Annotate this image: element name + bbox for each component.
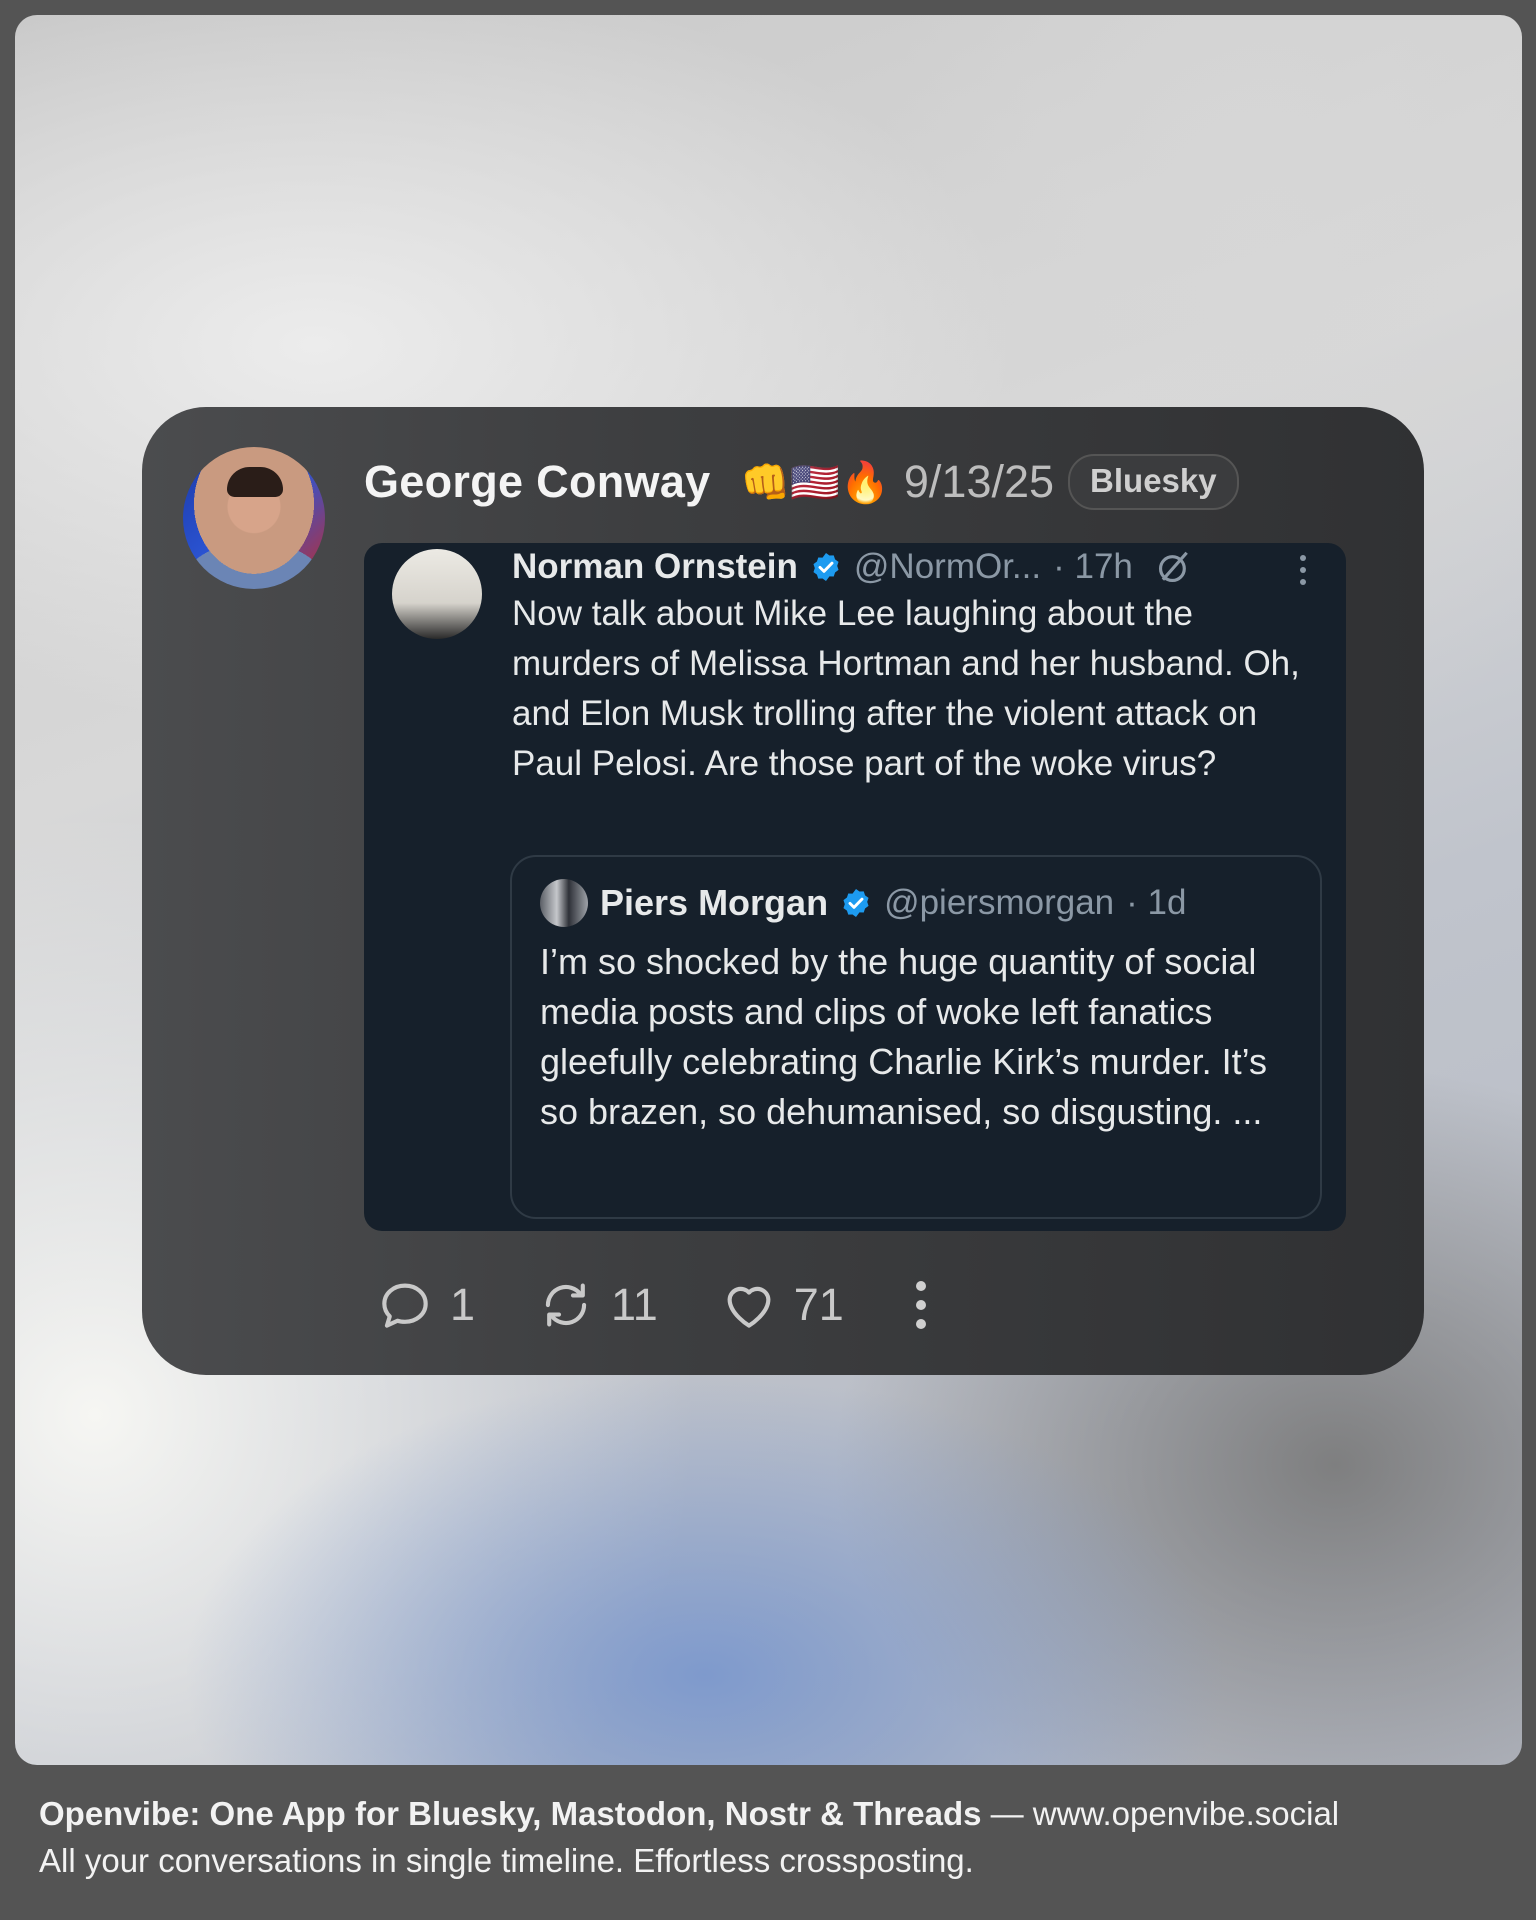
heart-icon [727,1286,771,1328]
tweet-author-handle: @NormOr... [853,547,1042,586]
footer-url[interactable]: www.openvibe.social [1033,1795,1339,1832]
post-header: George Conway 👊🇺🇸🔥 9/13/25 Bluesky [364,447,1239,517]
tweet-header: Norman Ornstein @NormOr... · 17h [512,543,1193,591]
quoted-author-handle: @piersmorgan [884,883,1115,922]
footer-separator: — [981,1795,1033,1832]
reply-button[interactable]: 1 [374,1274,475,1336]
author-name[interactable]: George Conway [364,456,710,508]
quoted-tweet-text: I’m so shocked by the huge quantity of s… [540,941,1267,1132]
repost-icon [545,1283,587,1327]
post-date: 9/13/25 [903,456,1055,507]
embedded-tweet-screenshot[interactable]: Norman Ornstein @NormOr... · 17h Now tal… [364,543,1346,1231]
quoted-tweet: Piers Morgan @piersmorgan · 1d I’m so sh… [510,855,1322,1219]
tweet-more-icon [1300,555,1306,585]
repost-button[interactable]: 11 [535,1274,658,1336]
network-badge: Bluesky [1068,454,1239,510]
tweet-time: · 17h [1053,547,1133,586]
post-card[interactable]: George Conway 👊🇺🇸🔥 9/13/25 Bluesky Norma… [142,407,1424,1375]
repost-count: 11 [611,1279,658,1330]
tweet-author-avatar [392,549,482,639]
more-options-icon[interactable] [914,1278,928,1332]
quoted-verified-badge-icon [843,889,869,917]
quoted-author-name: Piers Morgan [600,882,829,923]
reply-count: 1 [450,1279,476,1330]
verified-badge-icon [813,553,839,581]
post-actions: 1 11 71 [374,1273,928,1337]
tweet-author-name: Norman Ornstein [512,547,798,586]
reply-icon [382,1283,428,1328]
author-emoji: 👊🇺🇸🔥 [740,459,890,506]
promo-footer: Openvibe: One App for Bluesky, Mastodon,… [39,1790,1499,1884]
background-canvas: George Conway 👊🇺🇸🔥 9/13/25 Bluesky Norma… [15,15,1522,1765]
quoted-author-avatar [540,879,588,927]
footer-headline: Openvibe: One App for Bluesky, Mastodon,… [39,1795,982,1832]
grok-icon [1158,551,1188,583]
like-button[interactable]: 71 [718,1274,844,1336]
footer-tagline: All your conversations in single timelin… [39,1842,974,1879]
footer-line-1: Openvibe: One App for Bluesky, Mastodon,… [39,1790,1499,1837]
quoted-tweet-header: Piers Morgan @piersmorgan · 1d [540,879,1186,927]
like-count: 71 [793,1279,844,1330]
author-avatar[interactable] [183,447,325,589]
tweet-text: Now talk about Mike Lee laughing about t… [512,594,1300,783]
quoted-tweet-time: · 1d [1126,883,1187,922]
